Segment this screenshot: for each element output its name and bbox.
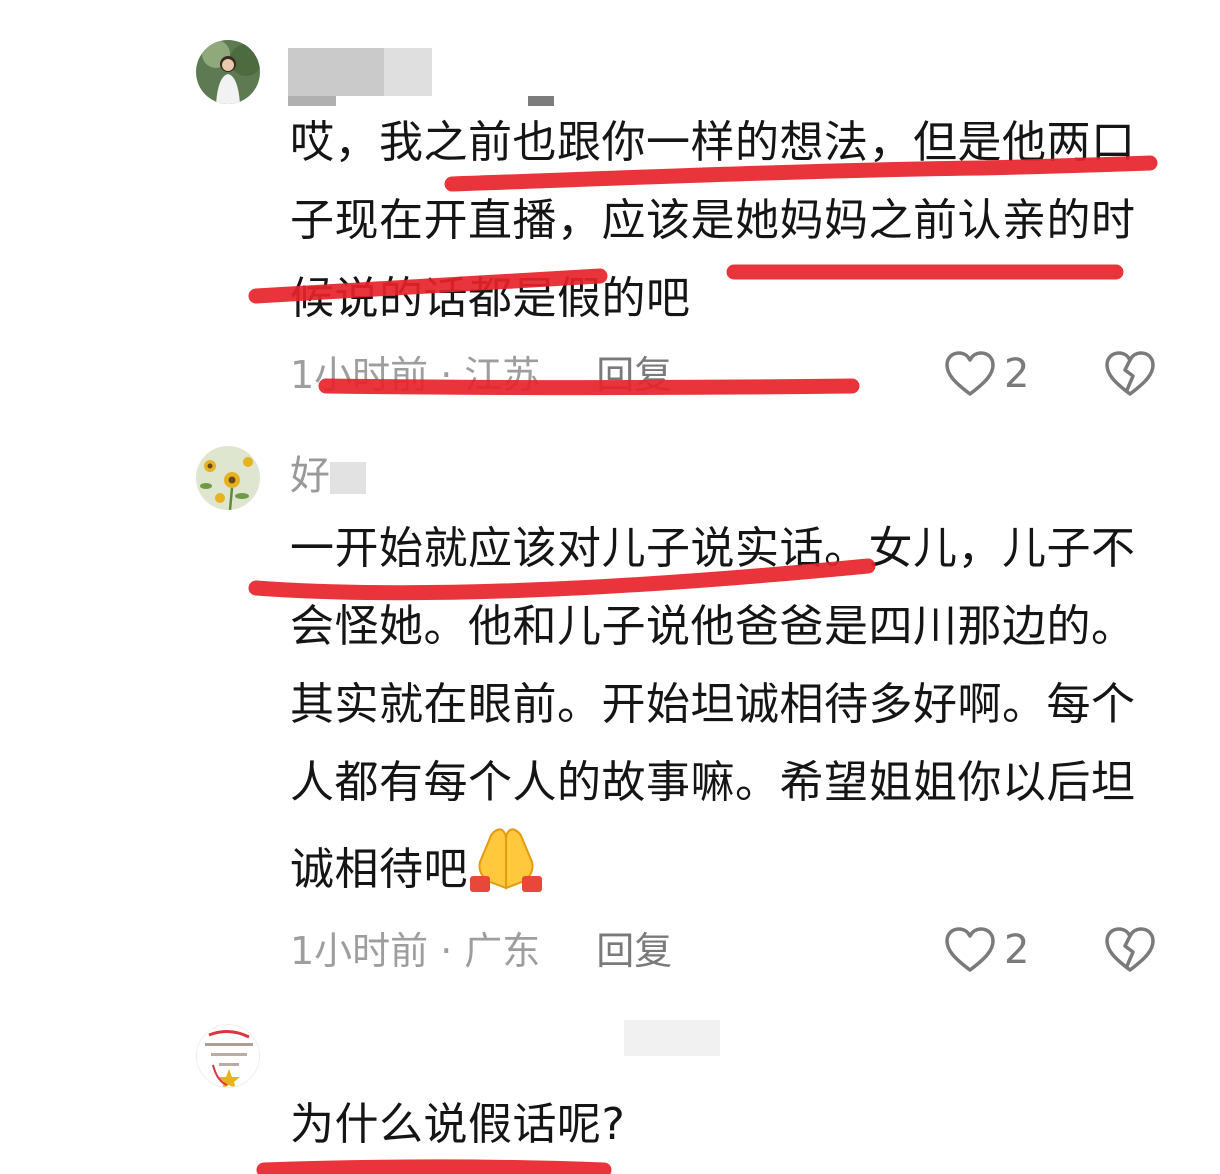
comment-meta: 1小时前 · 江苏 回复: [290, 352, 672, 398]
dislike-button[interactable]: [1104, 926, 1156, 978]
meta-separator: ·: [440, 929, 453, 973]
comment-time: 1小时前: [290, 353, 429, 397]
like-count: 2: [1004, 927, 1030, 973]
broken-heart-icon: [1105, 351, 1155, 396]
username-redacted: [330, 462, 366, 494]
folded-hands-emoji: [468, 822, 544, 919]
comment-meta: 1小时前 · 广东 回复: [290, 928, 672, 974]
user-avatar[interactable]: [196, 446, 260, 510]
like-button[interactable]: 2: [944, 926, 1029, 974]
meta-separator: ·: [440, 353, 453, 397]
like-button[interactable]: 2: [944, 350, 1029, 398]
comment-text: 一开始就应该对儿子说实话。女儿，儿子不会怪她。他和儿子说他爸爸是四川那边的。其实…: [290, 510, 1160, 919]
dislike-button[interactable]: [1104, 350, 1156, 402]
username[interactable]: 好: [290, 452, 330, 500]
user-avatar[interactable]: [196, 40, 260, 104]
comment-location: 广东: [464, 929, 541, 973]
like-count: 2: [1004, 351, 1030, 397]
comment-location: 江苏: [464, 353, 541, 397]
reply-button[interactable]: 回复: [596, 352, 672, 398]
comment-text-content: 一开始就应该对儿子说实话。女儿，儿子不会怪她。他和儿子说他爸爸是四川那边的。其实…: [290, 523, 1136, 895]
reply-button[interactable]: 回复: [596, 928, 672, 974]
comment-time: 1小时前: [290, 929, 429, 973]
user-avatar[interactable]: [196, 1024, 260, 1088]
comment-text: 为什么说假话呢?: [290, 1099, 626, 1150]
comment-text: 哎，我之前也跟你一样的想法，但是他两口子现在开直播，应该是她妈妈之前认亲的时候说…: [290, 117, 1136, 324]
broken-heart-icon: [1105, 927, 1155, 972]
heart-outline-icon: [945, 351, 995, 396]
heart-outline-icon: [945, 927, 995, 972]
annotation-underline: [256, 1159, 612, 1174]
username-redacted: [624, 1020, 720, 1056]
